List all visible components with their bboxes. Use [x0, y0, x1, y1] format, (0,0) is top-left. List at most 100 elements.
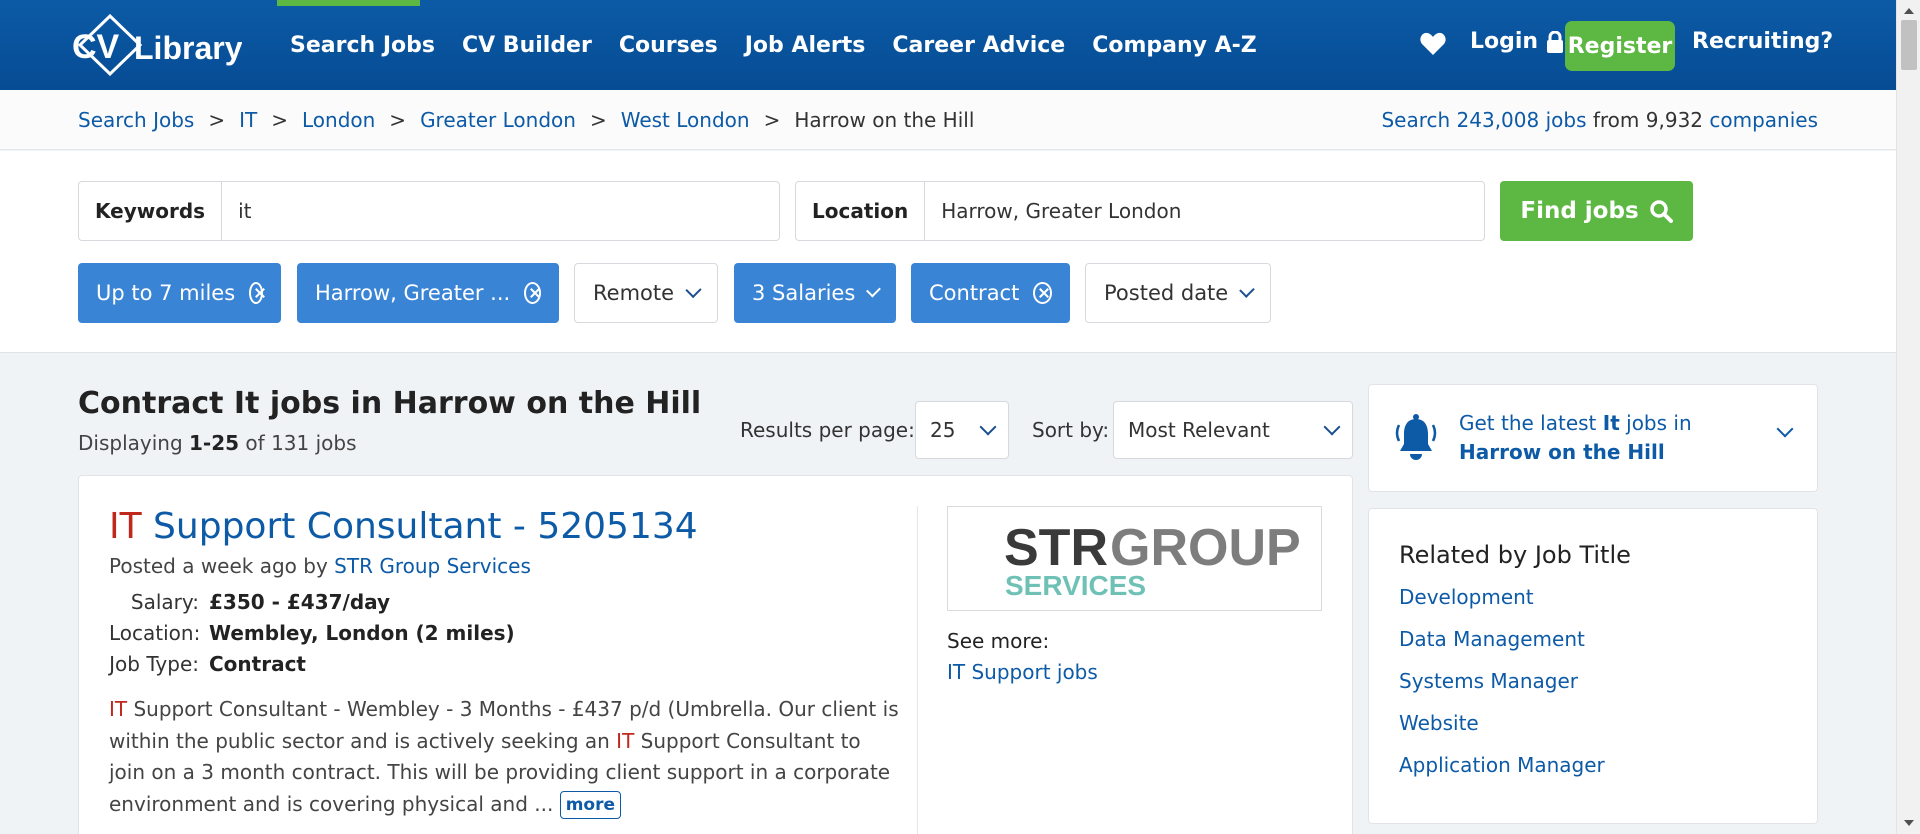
find-jobs-label: Find jobs — [1520, 198, 1639, 224]
results-count-prefix: Displaying — [78, 431, 190, 455]
filter-contract-chip[interactable]: Contract — [911, 263, 1070, 323]
related-link-systems-manager[interactable]: Systems Manager — [1399, 669, 1578, 693]
sort-by-label: Sort by: — [1032, 418, 1110, 442]
main-nav: Search Jobs CV Builder Courses Job Alert… — [290, 0, 1257, 90]
breadcrumb: Search Jobs > IT > London > Greater Lond… — [78, 108, 974, 132]
list-item: Development — [1399, 585, 1605, 627]
stats-companies-link[interactable]: companies — [1709, 108, 1818, 132]
nav-job-alerts[interactable]: Job Alerts — [745, 33, 866, 58]
filter-remote-dropdown[interactable]: Remote — [574, 263, 718, 323]
recruiting-link[interactable]: Recruiting? — [1692, 29, 1833, 54]
related-job-titles-box: Related by Job Title Development Data Ma… — [1368, 508, 1818, 824]
salary-value: £350 - £437/day — [209, 589, 391, 614]
nav-cv-builder[interactable]: CV Builder — [462, 33, 592, 58]
breadcrumb-separator: > — [208, 108, 226, 132]
breadcrumb-greater-london[interactable]: Greater London — [420, 108, 576, 132]
related-link-website[interactable]: Website — [1399, 711, 1479, 735]
results-per-page-select[interactable]: 25 — [915, 401, 1009, 459]
breadcrumb-current: Harrow on the Hill — [794, 108, 975, 132]
list-item: Application Manager — [1399, 753, 1605, 795]
filter-posted-label: Posted date — [1104, 281, 1229, 305]
desc-highlight: IT — [109, 697, 128, 721]
salary-label: Salary: — [130, 589, 199, 614]
filter-location-chip[interactable]: Harrow, Greater ... — [297, 263, 559, 323]
related-link-application-manager[interactable]: Application Manager — [1399, 753, 1605, 777]
breadcrumb-separator: > — [271, 108, 288, 132]
company-logo[interactable]: STR GROUP SERVICES — [947, 506, 1322, 611]
nav-courses[interactable]: Courses — [619, 33, 718, 58]
results-count: Displaying 1-25 of 131 jobs — [78, 431, 357, 455]
related-link-data-management[interactable]: Data Management — [1399, 627, 1585, 651]
alert-location: Harrow on the Hill — [1459, 440, 1665, 464]
breadcrumb-london[interactable]: London — [302, 108, 375, 132]
remove-filter-icon[interactable] — [1033, 282, 1052, 304]
location-label: Location — [796, 182, 926, 240]
breadcrumb-it[interactable]: IT — [239, 108, 257, 132]
find-jobs-button[interactable]: Find jobs — [1500, 181, 1693, 241]
location-field: Location — [795, 181, 1485, 241]
job-title-text: Support Consultant - 5205134 — [141, 506, 698, 547]
results-per-page-label: Results per page: — [740, 418, 915, 442]
search-panel: Keywords Location Find jobs Up to 7 mile… — [0, 151, 1896, 353]
location-input[interactable] — [925, 182, 1484, 240]
alert-keyword: It — [1602, 411, 1620, 435]
results-per-page-value: 25 — [930, 418, 956, 442]
filter-distance-chip[interactable]: Up to 7 miles — [78, 263, 281, 323]
bell-icon — [1395, 414, 1437, 460]
filter-contract-label: Contract — [929, 281, 1020, 305]
breadcrumb-search-jobs[interactable]: Search Jobs — [78, 108, 194, 132]
stats-search-prefix[interactable]: Search — [1381, 108, 1456, 132]
filter-salaries-dropdown[interactable]: 3 Salaries — [734, 263, 896, 323]
more-button[interactable]: more — [559, 791, 622, 819]
top-navigation: CV Library Search Jobs CV Builder Course… — [0, 0, 1896, 90]
remove-filter-icon[interactable] — [249, 282, 263, 304]
page-scrollbar[interactable] — [1896, 0, 1920, 834]
svg-text:CV: CV — [72, 28, 120, 66]
scroll-down-arrow-icon[interactable] — [1904, 820, 1914, 826]
see-more-label: See more: — [947, 629, 1050, 653]
register-button[interactable]: Register — [1565, 21, 1675, 71]
desc-highlight: IT — [616, 728, 635, 753]
chevron-down-icon[interactable] — [1776, 420, 1794, 438]
login-link[interactable]: Login — [1470, 29, 1564, 54]
related-link-development[interactable]: Development — [1399, 585, 1534, 609]
job-description: IT Support Consultant - Wembley - 3 Mont… — [109, 694, 899, 820]
chevron-down-icon — [1239, 282, 1255, 298]
location-fact-label: Location: — [109, 620, 201, 645]
chevron-down-icon — [1323, 418, 1341, 436]
stats-jobs-link[interactable]: 243,008 jobs — [1457, 108, 1587, 132]
see-more-link[interactable]: IT Support jobs — [947, 660, 1098, 684]
lock-icon — [1547, 30, 1564, 53]
nav-company-a-z[interactable]: Company A-Z — [1092, 33, 1257, 58]
list-item: Systems Manager — [1399, 669, 1605, 711]
job-title-link[interactable]: IT Support Consultant - 5205134 — [109, 506, 698, 547]
related-heading: Related by Job Title — [1399, 541, 1631, 569]
chevron-down-icon — [866, 282, 881, 298]
scroll-thumb[interactable] — [1901, 20, 1917, 70]
saved-jobs-heart-icon[interactable] — [1420, 32, 1446, 56]
card-divider — [917, 506, 918, 834]
nav-career-advice[interactable]: Career Advice — [892, 33, 1065, 58]
logo-group-text: GROUP — [1110, 519, 1301, 577]
sort-by-value: Most Relevant — [1128, 418, 1270, 442]
stats-middle: from 9,932 — [1586, 108, 1710, 132]
filter-remote-label: Remote — [593, 281, 675, 305]
breadcrumb-west-london[interactable]: West London — [621, 108, 750, 132]
job-posted-info: Posted a week ago by STR Group Services — [109, 554, 531, 578]
job-alert-box[interactable]: Get the latest It jobs in Harrow on the … — [1368, 384, 1818, 492]
keywords-input[interactable] — [222, 182, 779, 240]
cv-library-logo[interactable]: CV Library — [72, 13, 243, 77]
results-range: 1-25 — [189, 431, 240, 455]
scroll-up-arrow-icon[interactable] — [1904, 8, 1914, 14]
job-posted-prefix: Posted a week ago by — [109, 554, 335, 578]
breadcrumb-separator: > — [589, 108, 607, 132]
sort-by-select[interactable]: Most Relevant — [1113, 401, 1353, 459]
remove-filter-icon[interactable] — [524, 282, 541, 304]
filter-location-label: Harrow, Greater ... — [315, 281, 511, 305]
job-company-link[interactable]: STR Group Services — [334, 554, 531, 578]
nav-search-jobs[interactable]: Search Jobs — [290, 33, 435, 58]
list-item: Website — [1399, 711, 1605, 753]
filter-posted-date-dropdown[interactable]: Posted date — [1085, 263, 1271, 323]
keywords-field: Keywords — [78, 181, 780, 241]
list-item: Data Management — [1399, 627, 1605, 669]
